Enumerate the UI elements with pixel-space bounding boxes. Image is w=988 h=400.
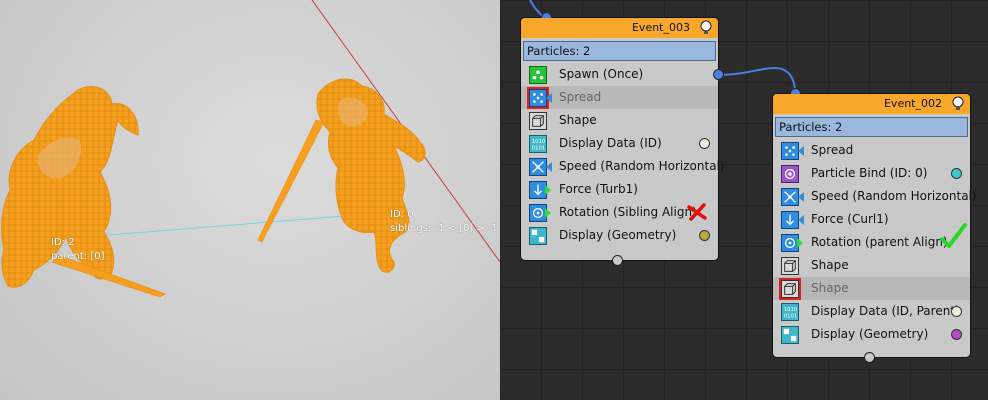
- color-swatch[interactable]: [951, 306, 962, 317]
- operator-display-data[interactable]: 1010 0101 Display Data (ID): [521, 132, 718, 155]
- cube-icon: [781, 257, 799, 275]
- operator-spawn[interactable]: Spawn (Once): [521, 63, 718, 86]
- event-002-header[interactable]: Event_002: [773, 94, 970, 114]
- operator-display-geometry[interactable]: Display (Geometry): [773, 323, 970, 346]
- operator-shape[interactable]: Shape: [521, 109, 718, 132]
- operator-label: Spawn (Once): [559, 67, 644, 81]
- event-003-particle-count: Particles: 2: [523, 41, 716, 61]
- display-icon: [781, 326, 799, 344]
- operator-particle-bind[interactable]: Particle Bind (ID: 0): [773, 162, 970, 185]
- operator-label: Particle Bind (ID: 0): [811, 166, 928, 180]
- svg-text:1010: 1010: [532, 139, 546, 145]
- operator-rotation[interactable]: Rotation (Sibling Align): [521, 201, 718, 224]
- chevron-left-icon: [546, 162, 552, 172]
- particle-bind-icon: [781, 165, 799, 183]
- chevron-left-icon: [798, 146, 804, 156]
- color-swatch[interactable]: [699, 138, 710, 149]
- operator-label: Spread: [811, 143, 854, 157]
- operator-label: Display Data (ID, Parent): [811, 304, 960, 318]
- cube-icon: [779, 278, 801, 300]
- operator-speed[interactable]: Speed (Random Horizontal): [773, 185, 977, 208]
- operator-spread-disabled[interactable]: Spread: [521, 86, 718, 109]
- svg-text:0101: 0101: [532, 145, 546, 151]
- right-particle-id: ID: 0: [390, 209, 414, 220]
- chevron-right-icon: [545, 208, 551, 218]
- cube-icon: [529, 112, 547, 130]
- right-particle-siblings: siblings: -1 < [0] > -1: [390, 223, 498, 234]
- operator-label: Rotation (parent Align): [811, 235, 948, 249]
- lightbulb-icon[interactable]: [699, 20, 713, 35]
- event-003-header[interactable]: Event_003: [521, 18, 718, 38]
- event-003-title: Event_003: [631, 21, 690, 34]
- force-icon: [781, 211, 799, 229]
- svg-text:1010: 1010: [784, 307, 798, 313]
- right-figure-sword: [257, 119, 325, 243]
- event-002-particle-count: Particles: 2: [775, 117, 968, 137]
- operator-display-data[interactable]: 1010 0101 Display Data (ID, Parent): [773, 300, 970, 323]
- spawn-icon: [529, 66, 547, 84]
- chevron-left-icon: [798, 192, 804, 202]
- speed-icon: [781, 188, 799, 206]
- chevron-right-icon: [797, 238, 803, 248]
- left-particle-id: ID: 2: [51, 237, 75, 248]
- spawn-wire[interactable]: [716, 66, 796, 93]
- operator-label: Rotation (Sibling Align): [559, 205, 697, 219]
- operator-label: Display (Geometry): [559, 228, 677, 242]
- chevron-left-icon: [546, 93, 552, 103]
- chevron-right-icon: [545, 185, 551, 195]
- operator-label: Speed (Random Horizontal): [559, 159, 725, 173]
- operator-label: Shape: [559, 113, 597, 127]
- binary-data-icon: 10100101: [529, 135, 547, 153]
- check-icon: [940, 223, 967, 248]
- operator-display-geometry[interactable]: Display (Geometry): [521, 224, 718, 247]
- particle-link-line: [69, 213, 371, 239]
- left-particle-parent: parent: [0]: [51, 251, 105, 262]
- 3d-viewport[interactable]: ID: 2 parent: [0] ID: 0 siblings: -1 < […: [0, 0, 500, 400]
- color-swatch[interactable]: [951, 329, 962, 340]
- viewport-scene: [1, 0, 500, 298]
- spread-icon: [527, 87, 549, 109]
- operator-rotation[interactable]: Rotation (parent Align): [773, 223, 970, 254]
- operator-label: Force (Curl1): [811, 212, 889, 226]
- svg-text:0101: 0101: [784, 313, 798, 319]
- operator-force[interactable]: Force (Turb1): [521, 178, 718, 201]
- cross-icon: [687, 203, 707, 221]
- color-swatch[interactable]: [699, 230, 710, 241]
- color-swatch[interactable]: [951, 168, 962, 179]
- event-002-node[interactable]: Event_002 Particles: 2 Spread Particle B…: [772, 88, 977, 363]
- right-figure-wireframe[interactable]: [257, 78, 426, 273]
- left-figure-wireframe[interactable]: [1, 86, 166, 298]
- display-icon: [529, 227, 547, 245]
- operator-label: Shape: [811, 281, 849, 295]
- operator-spread[interactable]: Spread: [773, 139, 970, 162]
- operator-shape[interactable]: Shape: [773, 254, 970, 277]
- chevron-left-icon: [798, 215, 804, 225]
- speed-icon: [529, 158, 547, 176]
- operator-label: Shape: [811, 258, 849, 272]
- operator-label: Display (Geometry): [811, 327, 929, 341]
- operator-speed[interactable]: Speed (Random Horizontal): [521, 155, 725, 178]
- event-002-output-port[interactable]: [864, 352, 875, 363]
- operator-label: Spread: [559, 90, 602, 104]
- operator-label: Force (Turb1): [559, 182, 638, 196]
- spread-icon: [781, 142, 799, 160]
- event-003-node[interactable]: Event_003 Particles: 2 Spawn (Once) Spre…: [520, 12, 725, 266]
- spawn-output-port[interactable]: [713, 69, 724, 80]
- node-graph-editor[interactable]: Event_003 Particles: 2 Spawn (Once) Spre…: [500, 0, 988, 400]
- lightbulb-icon[interactable]: [951, 96, 965, 111]
- operator-label: Speed (Random Horizontal): [811, 189, 977, 203]
- operator-label: Display Data (ID): [559, 136, 662, 150]
- event-003-output-port[interactable]: [612, 255, 623, 266]
- operator-shape-disabled[interactable]: Shape: [773, 277, 970, 300]
- binary-data-icon: 10100101: [781, 303, 799, 321]
- event-002-title: Event_002: [883, 97, 942, 110]
